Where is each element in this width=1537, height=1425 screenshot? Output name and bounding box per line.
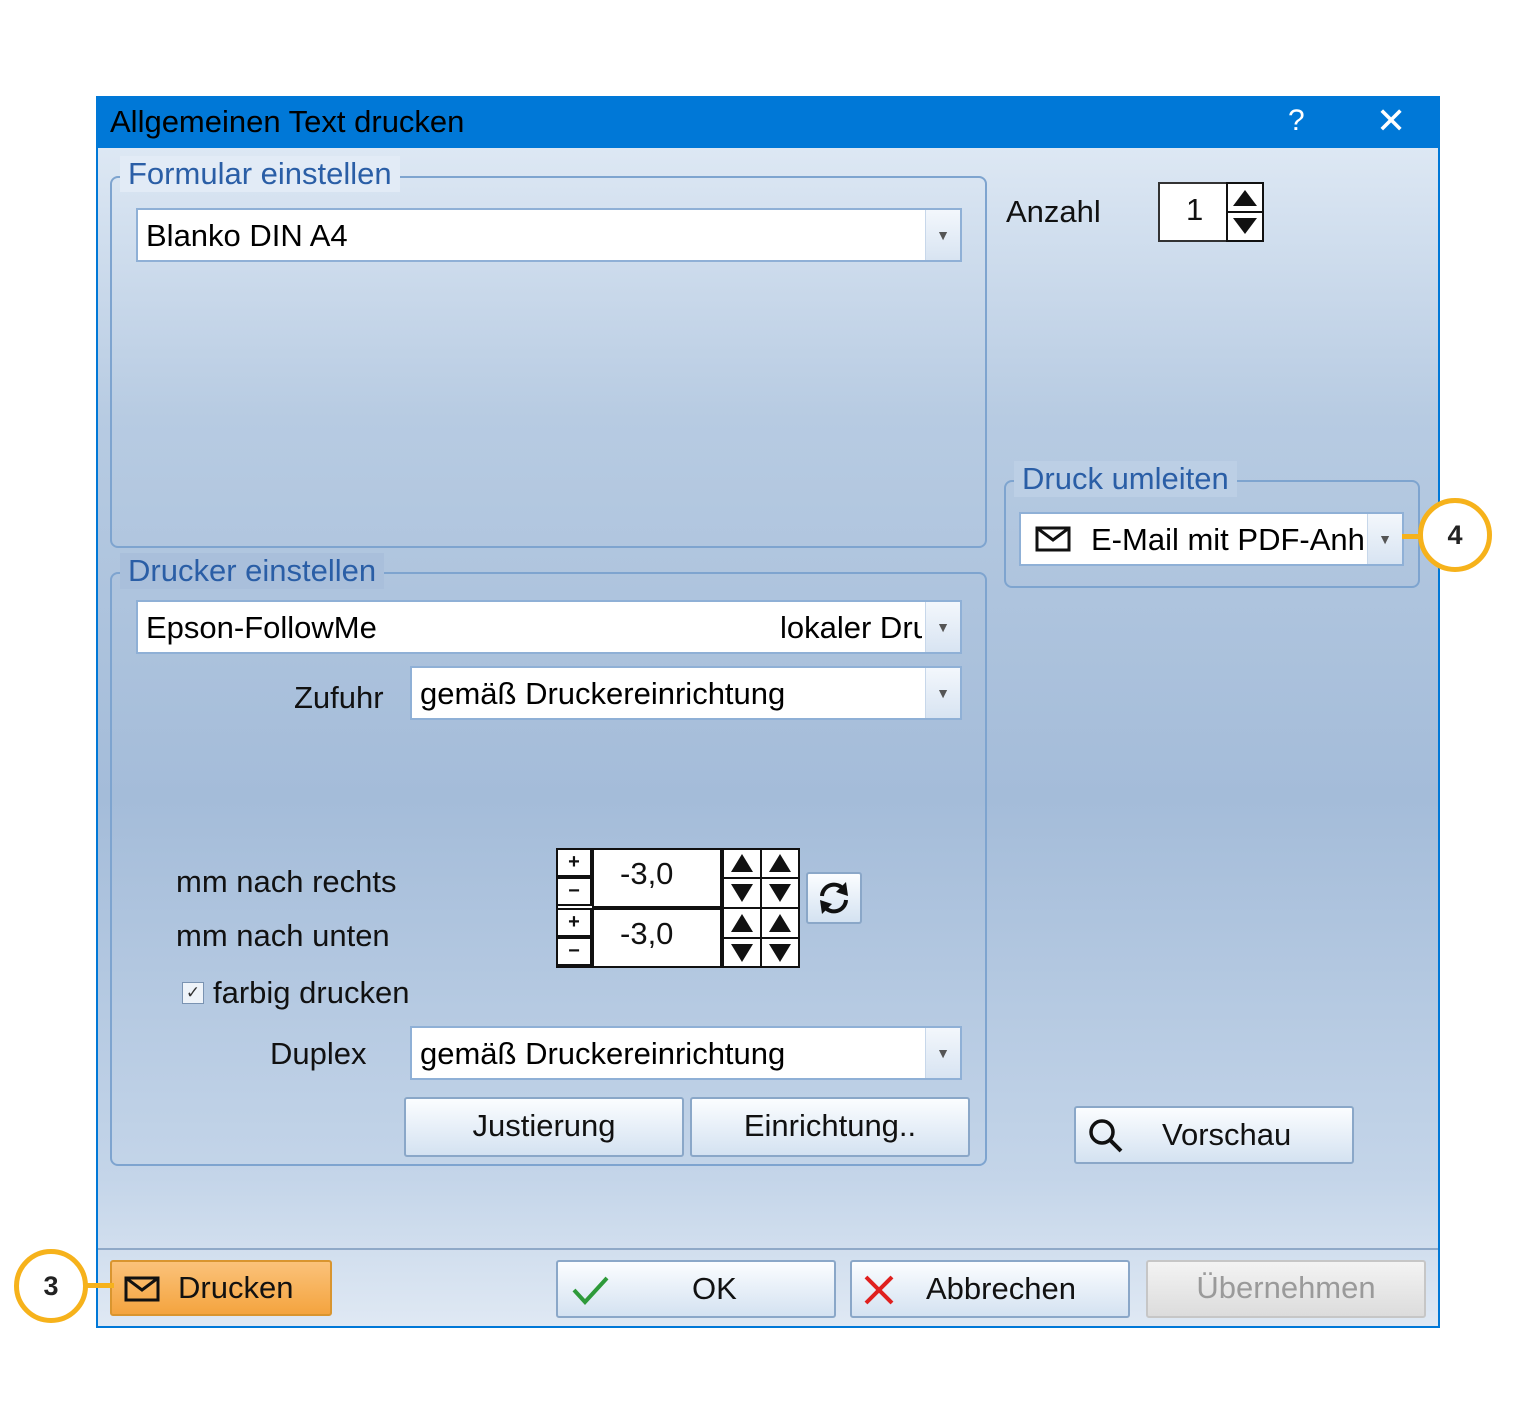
chevron-down-icon[interactable]: ▼	[1367, 514, 1402, 564]
duplex-select[interactable]: gemäß Druckereinrichtung ▼	[410, 1026, 962, 1080]
chevron-down-icon[interactable]: ▼	[925, 210, 960, 260]
farbig-checkbox[interactable]: ✓	[182, 982, 204, 1004]
checkmark-icon	[572, 1276, 609, 1305]
ok-label: OK	[692, 1271, 737, 1306]
close-button[interactable]: ✕	[1376, 100, 1406, 142]
callout-4: 4	[1418, 498, 1492, 572]
chevron-down-icon[interactable]: ▼	[925, 668, 960, 718]
umleiten-legend: Druck umleiten	[1014, 461, 1237, 497]
rechts-label: mm nach rechts	[176, 864, 397, 899]
callout-3: 3	[14, 1249, 88, 1323]
duplex-value: gemäß Druckereinrichtung	[420, 1036, 786, 1071]
offset-arrow-buttons[interactable]	[722, 848, 800, 968]
spin-arrows-icon	[1228, 190, 1262, 234]
ok-button[interactable]: OK	[556, 1260, 836, 1318]
envelope-icon	[124, 1276, 160, 1302]
formular-select[interactable]: Blanko DIN A4 ▼	[136, 208, 962, 262]
anzahl-label: Anzahl	[1006, 194, 1101, 229]
printer-name: Epson-FollowMe	[146, 610, 377, 645]
drucker-legend: Drucker einstellen	[120, 553, 385, 589]
dialog-title: Allgemeinen Text drucken	[110, 104, 465, 139]
zufuhr-select[interactable]: gemäß Druckereinrichtung ▼	[410, 666, 962, 720]
abbrechen-button[interactable]: Abbrechen	[850, 1260, 1130, 1318]
rechts-value: -3,0	[620, 856, 674, 891]
justierung-button[interactable]: Justierung	[404, 1097, 684, 1157]
umleiten-value: E-Mail mit PDF-Anh	[1091, 522, 1365, 557]
unten-minus-button[interactable]: −	[556, 937, 592, 966]
uebernehmen-button[interactable]: Übernehmen	[1146, 1260, 1426, 1318]
anzahl-value: 1	[1186, 192, 1204, 227]
refresh-icon	[820, 882, 848, 914]
vorschau-label: Vorschau	[1162, 1117, 1292, 1152]
duplex-label: Duplex	[270, 1036, 367, 1071]
anzahl-input[interactable]: 1	[1158, 182, 1228, 242]
rechts-plus-button[interactable]: +	[556, 848, 592, 877]
drucken-button[interactable]: Drucken	[110, 1260, 332, 1316]
einrichtung-button[interactable]: Einrichtung..	[690, 1097, 970, 1157]
formular-value: Blanko DIN A4	[146, 218, 348, 253]
farbig-label[interactable]: farbig drucken	[213, 975, 409, 1011]
unten-input[interactable]: -3,0	[592, 908, 722, 968]
unten-plus-button[interactable]: +	[556, 908, 592, 937]
search-icon	[1089, 1119, 1123, 1153]
envelope-icon	[1035, 526, 1071, 552]
rechts-input[interactable]: -3,0	[592, 848, 722, 908]
cancel-x-icon	[864, 1275, 894, 1305]
zufuhr-value: gemäß Druckereinrichtung	[420, 676, 786, 711]
anzahl-spinner[interactable]	[1226, 182, 1264, 242]
printer-type: lokaler Dru	[780, 610, 922, 645]
reset-offset-button[interactable]	[806, 872, 862, 924]
abbrechen-label: Abbrechen	[926, 1271, 1076, 1306]
footer-divider	[98, 1248, 1438, 1250]
formular-legend: Formular einstellen	[120, 156, 400, 192]
vorschau-button[interactable]: Vorschau	[1074, 1106, 1354, 1164]
callout-3-pointer	[84, 1283, 114, 1288]
umleiten-select[interactable]: E-Mail mit PDF-Anh ▼	[1019, 512, 1404, 566]
zufuhr-label: Zufuhr	[294, 680, 384, 715]
printer-select[interactable]: Epson-FollowMe lokaler Dru ▼	[136, 600, 962, 654]
rechts-minus-button[interactable]: −	[556, 877, 592, 906]
unten-label: mm nach unten	[176, 918, 390, 953]
drucken-label: Drucken	[178, 1270, 294, 1305]
unten-value: -3,0	[620, 916, 674, 951]
chevron-down-icon[interactable]: ▼	[925, 1028, 960, 1078]
help-button[interactable]: ?	[1288, 104, 1305, 138]
chevron-down-icon[interactable]: ▼	[925, 602, 960, 652]
